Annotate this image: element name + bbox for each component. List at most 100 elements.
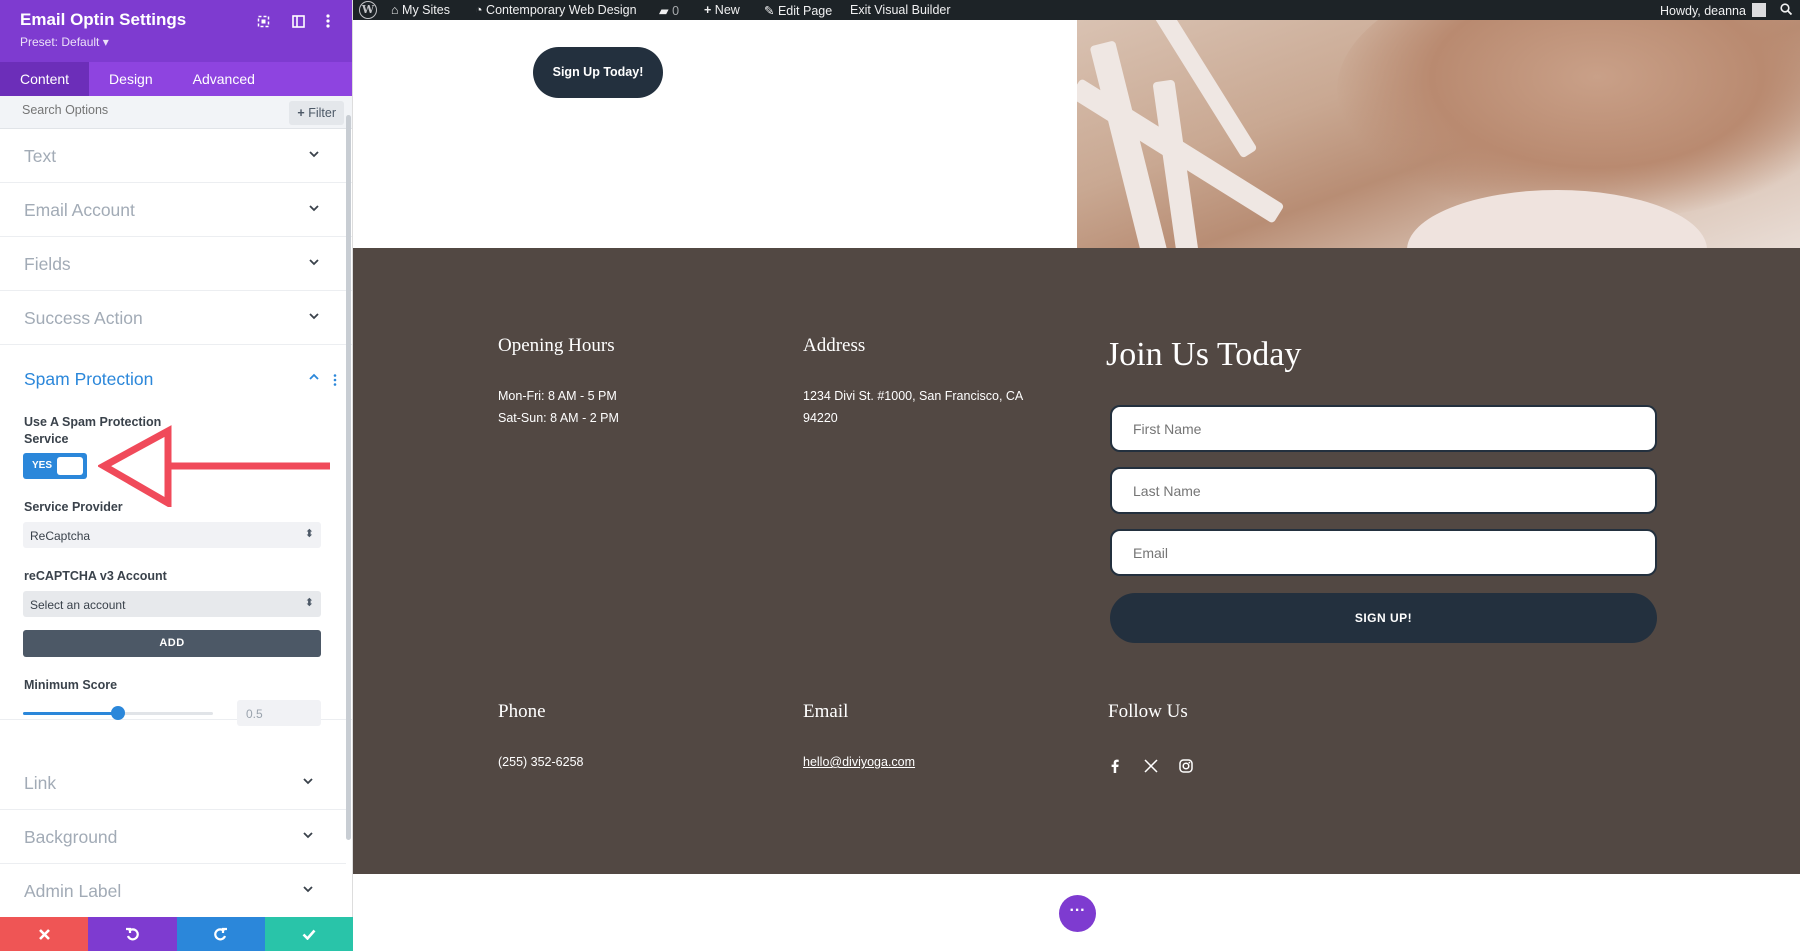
exit-visual-builder-link[interactable]: Exit Visual Builder <box>850 3 951 17</box>
minimum-score-input[interactable]: 0.5 <box>237 700 321 726</box>
preset-selector[interactable]: Preset: Default ▾ <box>20 35 332 49</box>
new-label: New <box>714 3 740 17</box>
discard-button[interactable] <box>0 917 89 951</box>
chevron-down-icon <box>303 886 313 893</box>
address-heading: Address <box>803 335 866 356</box>
email-heading: Email <box>803 701 849 722</box>
save-button[interactable] <box>264 917 353 951</box>
panel-title: Email Optin Settings <box>20 10 187 29</box>
slider-fill <box>23 712 118 715</box>
select-arrows-icon: ⬍ <box>304 528 314 540</box>
panel-action-bar <box>0 917 353 951</box>
section-label: Admin Label <box>24 881 122 901</box>
pencil-icon: ✎ <box>764 4 775 18</box>
sites-icon: ⌂ <box>391 3 399 17</box>
panel-tabs: Content Design Advanced <box>0 62 352 96</box>
select-arrows-icon: ⬍ <box>304 597 314 609</box>
expand-icon[interactable] <box>252 10 274 32</box>
columns-icon[interactable] <box>287 10 309 32</box>
section-admin-label[interactable]: Admin Label <box>0 864 346 918</box>
search-icon[interactable] <box>1780 3 1793 18</box>
tab-advanced[interactable]: Advanced <box>173 62 275 96</box>
section-email-account[interactable]: Email Account <box>0 183 352 237</box>
comments-menu[interactable]: ▰ 0 <box>659 3 679 18</box>
close-icon <box>38 928 50 940</box>
edit-page-link[interactable]: ✎ Edit Page <box>764 3 832 18</box>
redo-button[interactable] <box>176 917 265 951</box>
address-line-1: 1234 Divi St. #1000, San Francisco, CA <box>803 389 1024 403</box>
chevron-down-icon <box>303 832 313 839</box>
join-us-heading: Join Us Today <box>1106 336 1302 373</box>
add-account-button[interactable]: ADD <box>23 630 321 657</box>
slider-handle[interactable] <box>111 706 125 720</box>
wordpress-logo-icon[interactable]: W <box>359 1 377 19</box>
email-input[interactable] <box>1110 529 1657 576</box>
phone-heading: Phone <box>498 701 546 722</box>
follow-us-heading: Follow Us <box>1108 701 1188 722</box>
panel-header: Email Optin Settings Preset: Default ▾ <box>0 0 352 62</box>
site-name-menu[interactable]: ◔ Contemporary Web Design <box>475 3 637 17</box>
chevron-down-icon <box>309 205 319 212</box>
section-label: Background <box>24 827 118 847</box>
plus-icon: + <box>297 106 305 120</box>
section-background[interactable]: Background <box>0 810 346 864</box>
minimum-score-slider[interactable] <box>23 706 213 720</box>
footer-section: Opening Hours Mon-Fri: 8 AM - 5 PM Sat-S… <box>353 248 1800 874</box>
search-options-input[interactable] <box>22 103 222 117</box>
panel-scrollbar[interactable] <box>346 115 351 840</box>
more-options-icon[interactable] <box>317 10 339 32</box>
account-menu[interactable]: Howdy, deanna <box>1660 3 1767 18</box>
facebook-icon[interactable] <box>1105 756 1125 776</box>
new-content-menu[interactable]: + New <box>704 3 740 17</box>
builder-settings-button[interactable]: ··· <box>1059 895 1096 932</box>
address-line-2: 94220 <box>803 411 838 425</box>
section-label: Text <box>24 146 57 166</box>
phone-number: (255) 352-6258 <box>498 755 584 769</box>
tab-content[interactable]: Content <box>0 62 90 96</box>
section-fields[interactable]: Fields <box>0 237 352 291</box>
hours-weekend: Sat-Sun: 8 AM - 2 PM <box>498 411 619 425</box>
hours-weekday: Mon-Fri: 8 AM - 5 PM <box>498 389 617 403</box>
toggle-knob <box>57 457 83 475</box>
undo-button[interactable] <box>88 917 177 951</box>
recaptcha-account-value: Select an account <box>30 598 126 612</box>
opening-hours-heading: Opening Hours <box>498 335 615 356</box>
howdy-label: Howdy, deanna <box>1660 4 1746 18</box>
edit-page-label: Edit Page <box>777 4 833 18</box>
section-label[interactable]: Spam Protection <box>24 369 153 390</box>
chevron-up-icon[interactable] <box>309 372 319 382</box>
recaptcha-account-select[interactable]: Select an account ⬍ <box>23 591 321 617</box>
minimum-score-label: Minimum Score <box>24 678 118 692</box>
first-name-input[interactable] <box>1110 405 1657 452</box>
tab-design[interactable]: Design <box>89 62 173 96</box>
section-label: Email Account <box>24 200 135 220</box>
section-label: Link <box>24 773 57 793</box>
sign-up-button[interactable]: SIGN UP! <box>1110 593 1657 643</box>
last-name-input[interactable] <box>1110 467 1657 514</box>
x-icon[interactable] <box>1141 756 1161 776</box>
checkmark-icon <box>302 929 316 940</box>
comments-count: 0 <box>672 4 680 18</box>
section-link[interactable]: Link <box>0 756 346 810</box>
instagram-icon[interactable] <box>1176 756 1196 776</box>
service-provider-select[interactable]: ReCaptcha ⬍ <box>23 522 321 548</box>
filter-button[interactable]: + Filter <box>289 101 344 125</box>
sign-up-today-button[interactable]: Sign Up Today! <box>533 47 663 98</box>
section-label: Success Action <box>24 308 143 328</box>
wp-admin-bar: W ⌂ My Sites ◔ Contemporary Web Design ▰… <box>353 0 1800 20</box>
service-provider-value: ReCaptcha <box>30 529 91 543</box>
chevron-down-icon <box>309 259 319 266</box>
section-text[interactable]: Text <box>0 129 352 183</box>
section-success-action[interactable]: Success Action <box>0 291 352 345</box>
email-link[interactable]: hello@diviyoga.com <box>803 751 915 773</box>
comment-icon: ▰ <box>659 4 669 18</box>
section-label: Fields <box>24 254 71 274</box>
site-name-label: Contemporary Web Design <box>486 3 637 17</box>
hero-photo <box>1077 20 1800 248</box>
recaptcha-account-label: reCAPTCHA v3 Account <box>24 569 167 583</box>
section-options-icon[interactable] <box>333 374 337 386</box>
spam-service-toggle[interactable]: YES <box>23 453 87 479</box>
dashboard-icon: ◔ <box>475 3 483 17</box>
my-sites-menu[interactable]: ⌂ My Sites <box>391 3 450 17</box>
my-sites-label: My Sites <box>402 3 450 17</box>
